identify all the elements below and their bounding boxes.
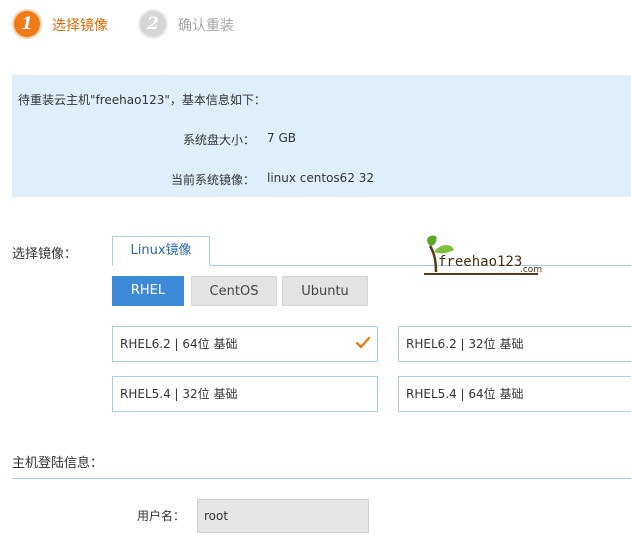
checkmark-icon <box>355 336 371 349</box>
image-option-rhel54-32[interactable]: RHEL5.4 | 32位 基础 <box>112 376 378 412</box>
section-divider <box>12 478 631 479</box>
current-image-value: linux centos62 32 <box>267 171 375 185</box>
logo-text: freehao123 <box>438 254 523 270</box>
login-info-label: 主机登陆信息： <box>12 456 104 471</box>
step-2-label: 确认重装 <box>178 18 234 34</box>
step-1-label: 选择镜像 <box>52 18 108 34</box>
username-label: 用户名： <box>137 509 186 523</box>
step-2-number-icon: 2 <box>140 11 166 37</box>
step-1-number-icon: 1 <box>14 11 40 37</box>
host-info-panel: 待重装云主机"freehao123"，基本信息如下： 系统盘大小： 7 GB 当… <box>12 75 631 197</box>
image-option-label: RHEL6.2 | 64位 基础 <box>120 337 238 351</box>
image-option-label: RHEL5.4 | 32位 基础 <box>120 387 238 401</box>
host-info-intro: 待重装云主机"freehao123"，基本信息如下： <box>18 93 266 107</box>
image-option-rhel62-32[interactable]: RHEL6.2 | 32位 基础 <box>398 326 631 362</box>
image-option-label: RHEL6.2 | 32位 基础 <box>406 337 524 351</box>
os-button-centos[interactable]: CentOS <box>191 276 277 306</box>
select-image-label: 选择镜像： <box>12 247 78 262</box>
freehao123-logo: freehao123 .com <box>418 232 548 282</box>
disk-size-value: 7 GB <box>267 131 296 145</box>
image-option-label: RHEL5.4 | 64位 基础 <box>406 387 524 401</box>
disk-size-label: 系统盘大小： <box>182 133 255 147</box>
os-button-ubuntu[interactable]: Ubuntu <box>282 276 368 306</box>
image-option-rhel54-64[interactable]: RHEL5.4 | 64位 基础 <box>398 376 631 412</box>
logo-suffix: .com <box>520 265 543 275</box>
os-button-rhel[interactable]: RHEL <box>112 276 184 306</box>
image-option-rhel62-64[interactable]: RHEL6.2 | 64位 基础 <box>112 326 378 362</box>
current-image-label: 当前系统镜像： <box>170 173 255 187</box>
tab-linux-image[interactable]: Linux镜像 <box>112 236 210 266</box>
